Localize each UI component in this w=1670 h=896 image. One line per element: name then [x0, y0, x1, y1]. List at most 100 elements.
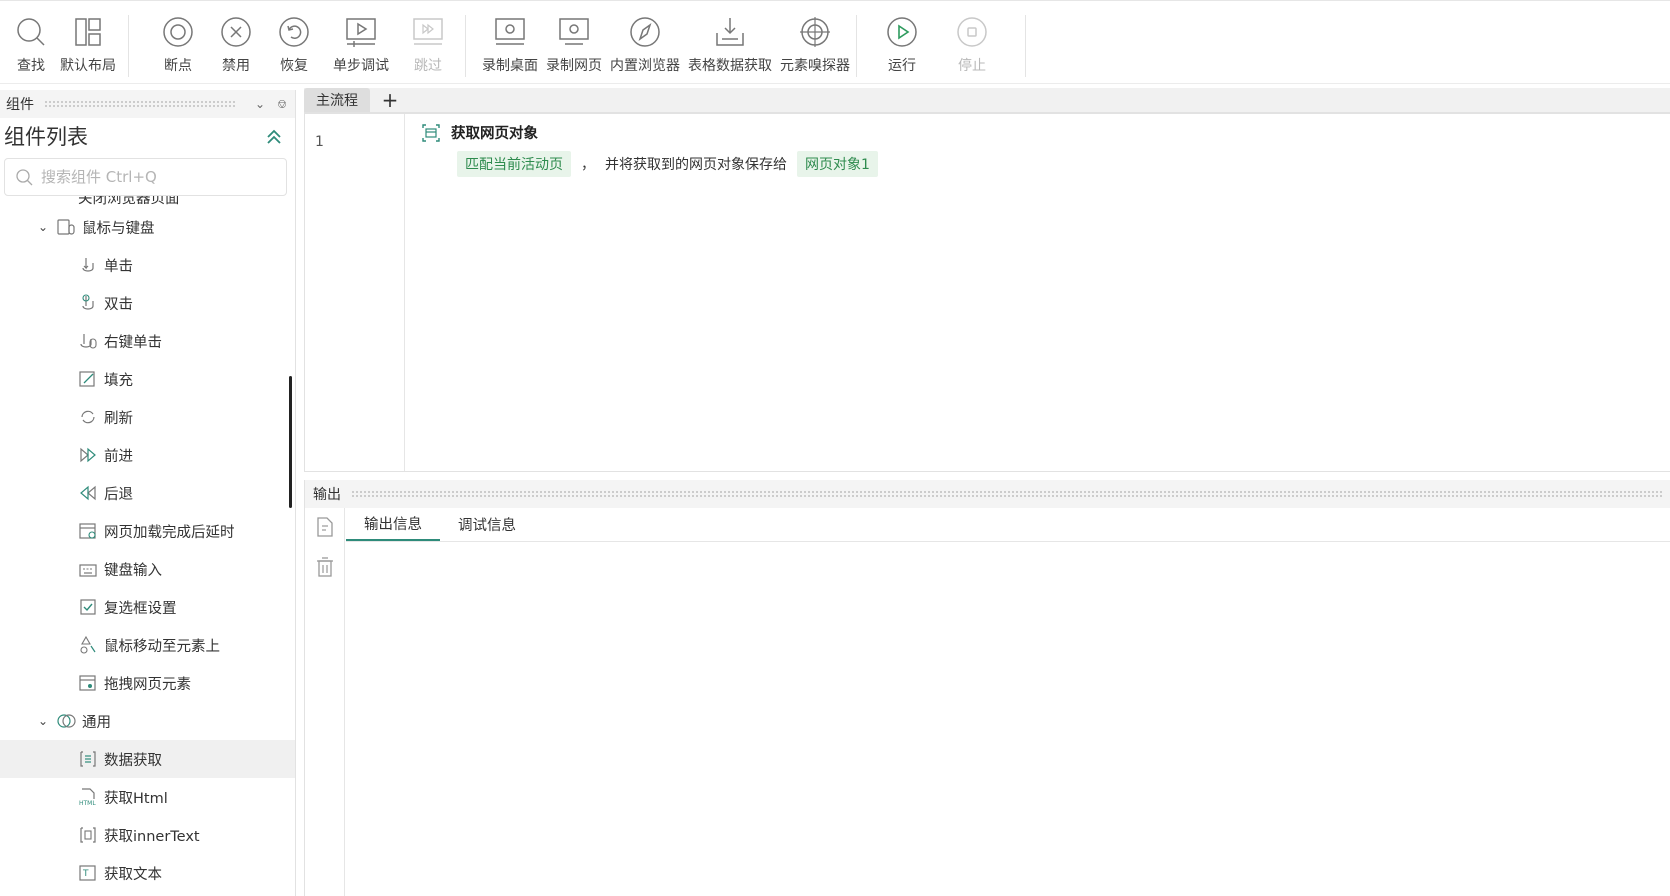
tree-item-label: 单击: [104, 258, 133, 275]
tree-category[interactable]: ⌄ 通用: [0, 702, 295, 740]
flow-canvas[interactable]: 1 获取网页对象 匹配当前活动页 ， 并将获取到的网页对象保存给 网页对象1: [304, 112, 1670, 472]
record-desktop-icon: [495, 18, 525, 45]
tree-item[interactable]: 双击: [0, 284, 295, 322]
output-drag-handle[interactable]: [351, 490, 1662, 498]
toolbar-group-record: 录制桌面 录制网页 内置浏览器 表格数据获取 元素嗅探器: [466, 15, 857, 77]
search-icon: [17, 18, 45, 46]
output-variable-chip[interactable]: 网页对象1: [797, 151, 878, 177]
tree-item[interactable]: 获取innerText: [0, 816, 295, 854]
element-sniffer-icon: [800, 17, 830, 47]
output-sidebar: [305, 508, 345, 896]
web-object-icon: [422, 123, 440, 142]
element-sniffer-button[interactable]: 元素嗅探器: [776, 15, 854, 77]
component-list-title: 组件列表: [0, 118, 295, 154]
tree-item[interactable]: 鼠标移动至元素上: [0, 626, 295, 664]
keyboard-icon: [79, 564, 97, 577]
tree-item[interactable]: 复选框设置: [0, 588, 295, 626]
tree-item[interactable]: 数据获取: [0, 740, 295, 778]
flow-step[interactable]: 获取网页对象 匹配当前活动页 ， 并将获取到的网页对象保存给 网页对象1: [421, 122, 878, 177]
line-gutter: 1: [305, 114, 405, 471]
tree-item[interactable]: 前进: [0, 436, 295, 474]
tree-category-label: 鼠标与键盘: [82, 220, 155, 237]
get-text-icon: T: [79, 865, 96, 881]
toolbar-group-view: 查找 默认布局: [0, 15, 129, 77]
flow-editor: 主流程 + 1 获取网页对象 匹配当前活动页 ， 并将获取到的网页对象保存给 网…: [304, 88, 1670, 472]
search-button[interactable]: 查找: [8, 15, 54, 77]
tree-item[interactable]: 单击: [0, 246, 295, 284]
export-log-icon[interactable]: [314, 516, 336, 538]
mouse-keyboard-icon: [57, 219, 75, 235]
skip-icon: [413, 18, 443, 45]
table-data-button[interactable]: 表格数据获取: [684, 15, 776, 77]
restore-icon: [279, 17, 309, 47]
run-button[interactable]: 运行: [873, 15, 931, 77]
tree-item[interactable]: 网页加载完成后延时: [0, 512, 295, 550]
components-panel: 组件 ⌄ ⎊ 组件列表 关闭浏览器页面 ⌄ 鼠标与键盘单击双击右键单击填充刷新前进后…: [0, 90, 296, 896]
collapse-all-icon[interactable]: [265, 127, 283, 145]
step-header: 获取网页对象: [421, 122, 878, 143]
add-tab-button[interactable]: +: [376, 88, 404, 112]
step-debug-button[interactable]: 单步调试: [323, 15, 399, 77]
line-number: 1: [315, 134, 324, 150]
browser-icon: [630, 17, 660, 47]
step-debug-icon: [346, 18, 376, 47]
tree-item[interactable]: 刷新: [0, 398, 295, 436]
tree-item[interactable]: 填充: [0, 360, 295, 398]
drag-handle[interactable]: [44, 100, 235, 108]
tree-category[interactable]: ⌄ 鼠标与键盘: [0, 208, 295, 246]
chevron-down-icon[interactable]: ⌄: [253, 97, 267, 111]
tree-item-label: 后退: [104, 486, 133, 503]
skip-button[interactable]: 跳过: [399, 15, 457, 77]
tree-item-partial[interactable]: 关闭浏览器页面: [0, 196, 295, 208]
component-tree: 关闭浏览器页面 ⌄ 鼠标与键盘单击双击右键单击填充刷新前进后退网页加载完成后延时 键盘…: [0, 196, 295, 896]
tree-item[interactable]: 后退: [0, 474, 295, 512]
tree-item[interactable]: 右键单击: [0, 322, 295, 360]
trash-icon[interactable]: [314, 556, 336, 578]
tree-item[interactable]: HTML 获取Html: [0, 778, 295, 816]
inner-text-icon: [80, 827, 96, 843]
record-web-icon: [559, 18, 589, 45]
tree-item-label: 复选框设置: [104, 600, 177, 617]
tree-item-label: 数据获取: [104, 752, 162, 769]
run-icon: [887, 17, 917, 47]
general-icon: [57, 714, 76, 728]
tree-item-label: 填充: [104, 372, 133, 389]
tree-item-label: 获取Html: [104, 790, 168, 807]
data-get-icon: [80, 751, 96, 767]
step-description: 匹配当前活动页 ， 并将获取到的网页对象保存给 网页对象1: [457, 151, 878, 177]
tree-item[interactable]: 键盘输入: [0, 550, 295, 588]
chevron-down-icon[interactable]: ⌄: [38, 714, 52, 728]
tab-debug-info[interactable]: 调试信息: [440, 507, 534, 541]
step-middle-text: 并将获取到的网页对象保存给: [605, 157, 787, 173]
forward-icon: [80, 447, 96, 463]
tree-item[interactable]: 拖拽网页元素: [0, 664, 295, 702]
tab-main-flow[interactable]: 主流程: [304, 88, 370, 112]
default-layout-button[interactable]: 默认布局: [54, 15, 122, 77]
record-web-button[interactable]: 录制网页: [542, 15, 606, 77]
stop-button[interactable]: 停止: [931, 15, 1013, 77]
disable-button[interactable]: 禁用: [207, 15, 265, 77]
chevron-down-icon[interactable]: ⌄: [38, 220, 52, 234]
tab-output-info[interactable]: 输出信息: [346, 507, 440, 541]
tree-item-label: 网页加载完成后延时: [104, 524, 235, 541]
panel-header-title: 组件: [6, 97, 34, 113]
output-panel: 输出 输出信息 调试信息: [304, 480, 1670, 896]
restore-button[interactable]: 恢复: [265, 15, 323, 77]
builtin-browser-button[interactable]: 内置浏览器: [606, 15, 684, 77]
record-desktop-button[interactable]: 录制桌面: [478, 15, 542, 77]
tree-scrollbar[interactable]: [289, 376, 292, 508]
match-mode-chip[interactable]: 匹配当前活动页: [457, 151, 571, 177]
hover-icon: [80, 635, 96, 654]
breakpoint-button[interactable]: 断点: [149, 15, 207, 77]
component-list-heading: 组件列表: [4, 125, 88, 149]
stop-icon: [957, 17, 987, 47]
component-search[interactable]: [4, 158, 287, 196]
components-panel-header: 组件 ⌄ ⎊: [0, 90, 295, 118]
pin-icon[interactable]: ⎊: [275, 97, 289, 111]
tree-item-label: 键盘输入: [104, 562, 162, 579]
component-search-input[interactable]: [41, 168, 261, 186]
page-delay-icon: [79, 523, 96, 539]
tree-item-label: 前进: [104, 448, 133, 465]
tree-item[interactable]: T 获取文本: [0, 854, 295, 892]
tree-item-label: 双击: [104, 296, 133, 313]
